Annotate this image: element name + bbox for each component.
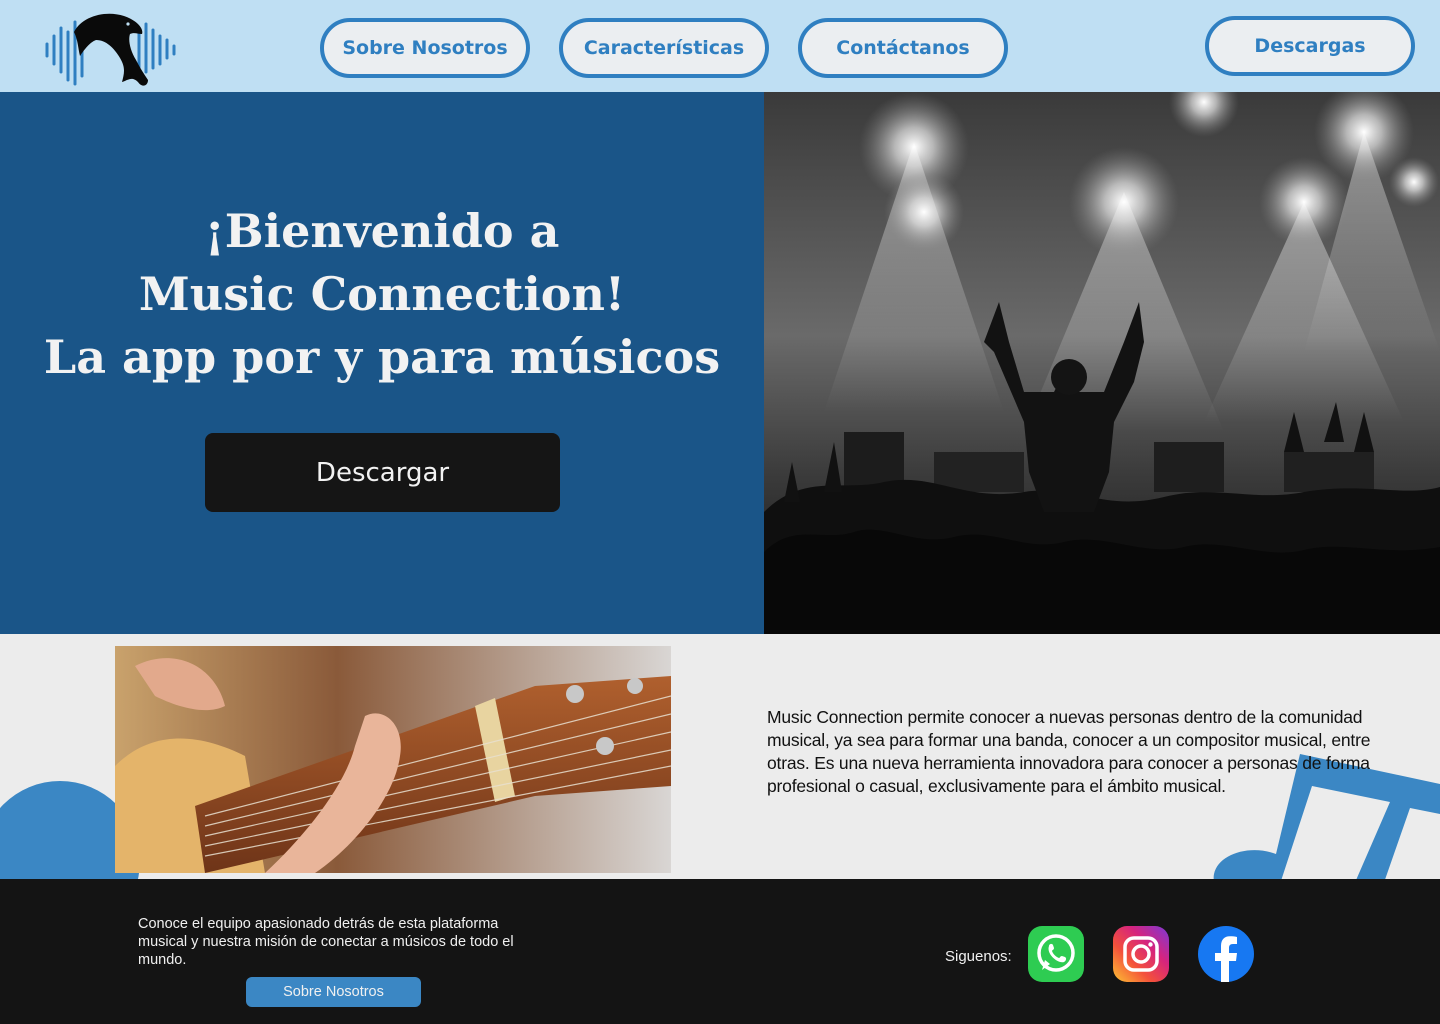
instagram-icon[interactable] xyxy=(1113,926,1169,982)
whatsapp-icon[interactable] xyxy=(1028,926,1084,982)
hero-title-line: Music Connection! xyxy=(138,267,626,321)
download-button[interactable]: Descargar xyxy=(205,433,560,512)
footer-description: Conoce el equipo apasionado detrás de es… xyxy=(138,916,514,968)
nav-downloads-button[interactable]: Descargas xyxy=(1205,16,1415,76)
concert-crowd-photo xyxy=(764,92,1440,634)
follow-us-label: Siguenos: xyxy=(945,948,1012,965)
guitar-photo xyxy=(115,646,671,873)
hero-title: ¡Bienvenido a Music Connection! La app p… xyxy=(0,200,764,389)
footer: Conoce el equipo apasionado detrás de es… xyxy=(0,879,1440,1024)
nav-contact-button[interactable]: Contáctanos xyxy=(798,18,1008,78)
about-section: Music Connection permite conocer a nueva… xyxy=(0,634,1440,879)
facebook-icon[interactable] xyxy=(1198,926,1254,982)
nav-features-button[interactable]: Características xyxy=(559,18,769,78)
hero-panel: ¡Bienvenido a Music Connection! La app p… xyxy=(0,92,764,634)
footer-about-button[interactable]: Sobre Nosotros xyxy=(246,977,421,1007)
intro-paragraph: Music Connection permite conocer a nueva… xyxy=(767,707,1371,796)
top-navigation-bar: Sobre Nosotros Características Contáctan… xyxy=(0,0,1440,92)
hero-title-line: La app por y para músicos xyxy=(43,330,721,384)
hero-title-line: ¡Bienvenido a xyxy=(204,204,560,258)
nav-about-button[interactable]: Sobre Nosotros xyxy=(320,18,530,78)
dolphin-soundwave-logo[interactable] xyxy=(44,10,176,88)
